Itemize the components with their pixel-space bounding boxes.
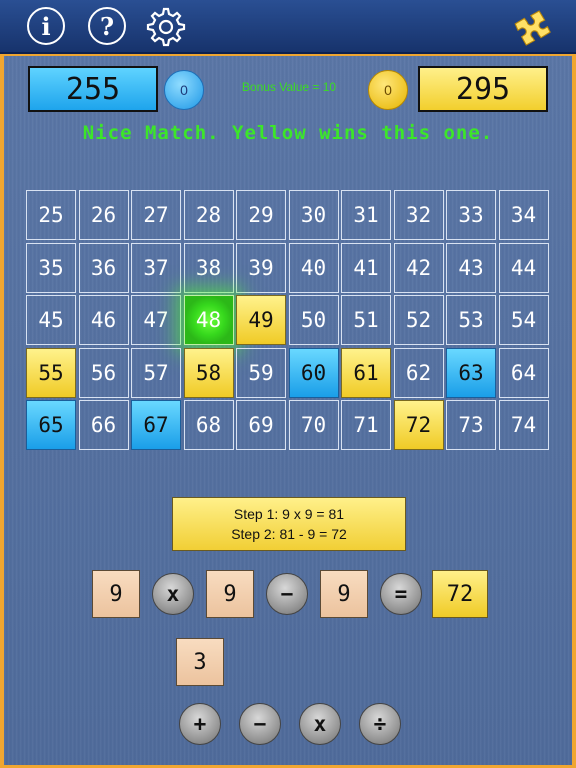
status-message: Nice Match. Yellow wins this one. bbox=[82, 122, 494, 144]
grid-cell-28[interactable]: 28 bbox=[183, 190, 234, 240]
grid-cell-27[interactable]: 27 bbox=[131, 190, 181, 240]
grid-cell-37[interactable]: 37 bbox=[131, 242, 181, 293]
minus-button[interactable]: − bbox=[239, 703, 281, 745]
info-button[interactable]: i bbox=[27, 7, 65, 45]
operand-tile-2[interactable]: 9 bbox=[206, 570, 254, 618]
grid-cell-34[interactable]: 34 bbox=[498, 190, 549, 240]
plus-button[interactable]: + bbox=[179, 703, 221, 745]
grid-cell-51[interactable]: 51 bbox=[341, 295, 391, 345]
grid-cell-71[interactable]: 71 bbox=[341, 400, 391, 450]
result-tile: 72 bbox=[432, 570, 488, 618]
grid-cell-60[interactable]: 60 bbox=[288, 347, 339, 398]
steps-panel: Step 1: 9 x 9 = 81 Step 2: 81 - 9 = 72 bbox=[172, 497, 406, 551]
help-button[interactable]: ? bbox=[88, 7, 126, 45]
operator-slot-1[interactable]: x bbox=[152, 573, 194, 615]
grid-cell-43[interactable]: 43 bbox=[446, 242, 496, 293]
grid-cell-66[interactable]: 66 bbox=[78, 400, 129, 450]
bonus-value: Bonus Value = 10 bbox=[241, 80, 337, 94]
grid-cell-53[interactable]: 53 bbox=[446, 295, 496, 345]
grid-cell-64[interactable]: 64 bbox=[498, 347, 549, 398]
grid-cell-62[interactable]: 62 bbox=[393, 347, 444, 398]
grid-cell-40[interactable]: 40 bbox=[288, 242, 339, 293]
grid-cell-68[interactable]: 68 bbox=[183, 400, 234, 450]
grid-cell-70[interactable]: 70 bbox=[288, 400, 339, 450]
grid-cell-35[interactable]: 35 bbox=[26, 242, 76, 293]
grid-cell-48[interactable]: 48 bbox=[183, 295, 234, 345]
grid-cell-31[interactable]: 31 bbox=[341, 190, 391, 240]
number-grid: 25 26 27 28 29 30 31 32 33 34 35 36 37 38 39 40 41 42 43 44… bbox=[26, 190, 550, 452]
operator-slot-2[interactable]: − bbox=[266, 573, 308, 615]
gear-icon[interactable] bbox=[144, 5, 188, 49]
grid-cell-65[interactable]: 65 bbox=[26, 400, 76, 450]
info-icon: i bbox=[41, 11, 51, 41]
grid-cell-52[interactable]: 52 bbox=[393, 295, 444, 345]
grid-cell-30[interactable]: 30 bbox=[288, 190, 339, 240]
grid-cell-49[interactable]: 49 bbox=[236, 295, 286, 345]
multiply-button[interactable]: x bbox=[299, 703, 341, 745]
grid-cell-55[interactable]: 55 bbox=[26, 347, 76, 398]
grid-cell-58[interactable]: 58 bbox=[183, 347, 234, 398]
step-2: Step 2: 81 - 9 = 72 bbox=[231, 526, 347, 542]
grid-cell-73[interactable]: 73 bbox=[446, 400, 496, 450]
grid-cell-50[interactable]: 50 bbox=[288, 295, 339, 345]
grid-cell-33[interactable]: 33 bbox=[446, 190, 496, 240]
grid-cell-63[interactable]: 63 bbox=[446, 347, 496, 398]
grid-cell-54[interactable]: 54 bbox=[498, 295, 549, 345]
grid-cell-36[interactable]: 36 bbox=[78, 242, 129, 293]
grid-cell-45[interactable]: 45 bbox=[26, 295, 76, 345]
grid-cell-29[interactable]: 29 bbox=[236, 190, 286, 240]
grid-cell-32[interactable]: 32 bbox=[393, 190, 444, 240]
game-board: 255 0 Bonus Value = 10 0 295 Nice Match.… bbox=[4, 56, 572, 765]
blue-coin-counter: 0 bbox=[164, 70, 204, 110]
grid-cell-26[interactable]: 26 bbox=[78, 190, 129, 240]
grid-cell-59[interactable]: 59 bbox=[236, 347, 286, 398]
grid-cell-42[interactable]: 42 bbox=[393, 242, 444, 293]
grid-cell-56[interactable]: 56 bbox=[78, 347, 129, 398]
operand-tile-3[interactable]: 9 bbox=[320, 570, 368, 618]
spare-number-tile[interactable]: 3 bbox=[176, 638, 224, 686]
yellow-coin-counter: 0 bbox=[368, 70, 408, 110]
equals-sign: = bbox=[380, 573, 422, 615]
grid-cell-25[interactable]: 25 bbox=[26, 190, 76, 240]
grid-cell-47[interactable]: 47 bbox=[131, 295, 181, 345]
grid-cell-61[interactable]: 61 bbox=[341, 347, 391, 398]
grid-cell-67[interactable]: 67 bbox=[131, 400, 181, 450]
help-icon: ? bbox=[99, 11, 115, 41]
top-toolbar: i ? bbox=[0, 0, 576, 54]
grid-cell-38[interactable]: 38 bbox=[183, 242, 234, 293]
grid-cell-57[interactable]: 57 bbox=[131, 347, 181, 398]
grid-cell-41[interactable]: 41 bbox=[341, 242, 391, 293]
grid-cell-39[interactable]: 39 bbox=[236, 242, 286, 293]
grid-cell-46[interactable]: 46 bbox=[78, 295, 129, 345]
step-1: Step 1: 9 x 9 = 81 bbox=[233, 506, 345, 522]
grid-cell-69[interactable]: 69 bbox=[236, 400, 286, 450]
divide-button[interactable]: ÷ bbox=[359, 703, 401, 745]
operand-tile-1[interactable]: 9 bbox=[92, 570, 140, 618]
blue-score: 255 bbox=[28, 66, 158, 112]
grid-cell-74[interactable]: 74 bbox=[498, 400, 549, 450]
yellow-score: 295 bbox=[418, 66, 548, 112]
grid-cell-72[interactable]: 72 bbox=[393, 400, 444, 450]
grid-cell-44[interactable]: 44 bbox=[498, 242, 549, 293]
puzzle-icon[interactable] bbox=[506, 8, 554, 46]
